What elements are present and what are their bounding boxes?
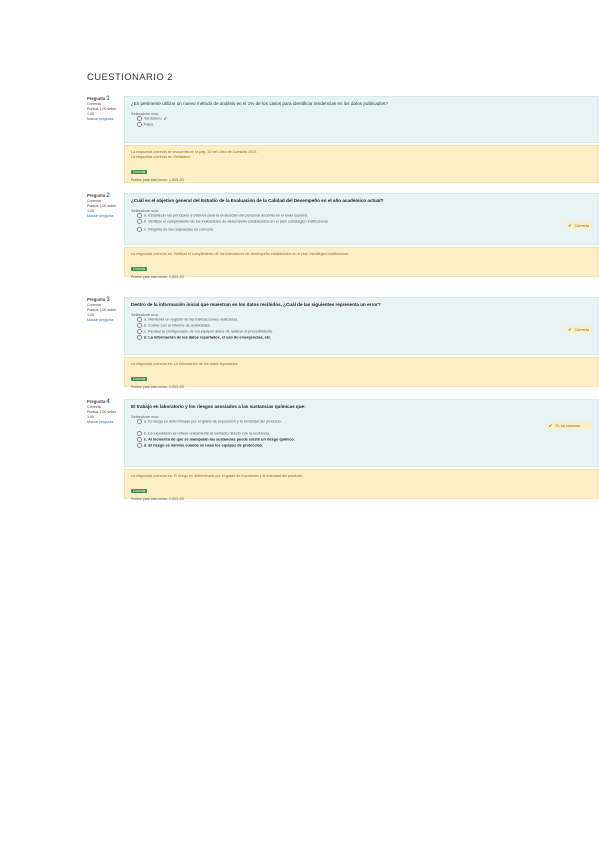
question-box: ¿Es pertinente utilizar un nuevo método … — [124, 96, 599, 143]
radio-icon[interactable] — [137, 122, 142, 128]
radio-icon[interactable] — [137, 227, 142, 233]
flag-question-link[interactable]: Marcar pregunta — [87, 214, 121, 219]
answer-option[interactable]: b. Verificar el cumplimiento de los indi… — [131, 219, 592, 225]
page-title: CUESTIONARIO 2 — [87, 72, 173, 83]
question-label: Pregunta — [87, 399, 106, 404]
check-icon: ✔ — [549, 424, 553, 428]
question-score: Puntúa 1,00 sobre 1,00 — [87, 410, 117, 419]
question-label: Pregunta — [87, 193, 106, 198]
feedback-subtext: La respuesta correcta es 'Verdadero' — [131, 155, 192, 160]
answer-tag: ✔ Correcta — [565, 326, 592, 333]
radio-icon[interactable] — [137, 317, 142, 322]
question-info: Pregunta 2 Correcta Puntúa 1,00 sobre 1,… — [87, 193, 121, 219]
feedback-note: Puntos para este envío: 1,00/1,00. — [131, 497, 185, 502]
radio-icon[interactable] — [137, 335, 142, 341]
flag-question-link[interactable]: Marcar pregunta — [87, 420, 121, 425]
check-icon: ✔ — [163, 116, 167, 121]
feedback-text: La respuesta correcta es: Verificar el c… — [131, 252, 349, 256]
question-number: 2 — [106, 193, 110, 199]
check-icon: ✔ — [568, 328, 572, 332]
question-score: Puntúa 1,00 sobre 1,00 — [87, 204, 117, 213]
answer-option[interactable]: c. Ninguna de las respuestas es correcta… — [131, 227, 592, 233]
answer-option[interactable]: Falso — [131, 122, 592, 128]
question-text: Dentro de la información inicial que mue… — [131, 302, 381, 307]
answer-option[interactable]: a. El riesgo es determinado por el grado… — [131, 419, 592, 425]
feedback-box: La respuesta correcta es: La información… — [124, 357, 599, 390]
feedback-text: La respuesta correcta es: La información… — [131, 362, 239, 366]
flag-question-link[interactable]: Marcar pregunta — [87, 117, 121, 122]
feedback-note: Puntos para este envío: 1,00/1,00. — [131, 178, 185, 183]
question-text: ¿Es pertinente utilizar un nuevo método … — [131, 101, 388, 106]
question-number: 3 — [106, 297, 110, 303]
radio-icon[interactable] — [137, 419, 142, 424]
flag-question-link[interactable]: Marcar pregunta — [87, 318, 121, 323]
status-badge: Correcta — [131, 377, 148, 382]
question-info: Pregunta 4 Correcta Puntúa 1,00 sobre 1,… — [87, 399, 121, 425]
question-label: Pregunta — [87, 96, 106, 101]
radio-icon[interactable] — [137, 431, 142, 437]
feedback-note: Puntos para este envío: 1,00/1,00. — [131, 385, 185, 390]
question-text: ¿Cuál es el objetivo general del Estudio… — [131, 198, 384, 203]
radio-icon[interactable] — [137, 219, 142, 225]
radio-icon[interactable] — [137, 213, 142, 218]
question-score: Puntúa 1,00 sobre 1,00 — [87, 107, 117, 116]
question-box: ¿Cuál es el objetivo general del Estudio… — [124, 193, 599, 245]
answer-option[interactable]: d. La información de los datos reportado… — [131, 335, 592, 341]
question-info: Pregunta 1 Correcta Puntúa 1,00 sobre 1,… — [87, 96, 121, 122]
feedback-note: Puntos para este envío: 1,00/1,00. — [131, 275, 185, 280]
question-number: 4 — [106, 399, 110, 405]
status-badge: Correcta — [131, 267, 148, 272]
radio-icon[interactable] — [137, 437, 142, 443]
feedback-text: La respuesta correcta es: El riesgo es d… — [131, 474, 304, 478]
question-box: El trabajo en laboratorio y los riesgos … — [124, 399, 599, 467]
status-badge: Correcta — [131, 489, 148, 494]
feedback-box: La respuesta correcta se encuentra en la… — [124, 145, 599, 183]
check-icon: ✔ — [568, 224, 572, 228]
answer-option[interactable]: d. El riesgo es mínimo cuando se usan lo… — [131, 443, 592, 449]
answer-tag: ✔ Sí, es correcta. — [546, 422, 592, 429]
question-box: Dentro de la información inicial que mue… — [124, 297, 599, 355]
question-label: Pregunta — [87, 297, 106, 302]
radio-icon[interactable] — [137, 443, 142, 449]
feedback-box: La respuesta correcta es: Verificar el c… — [124, 247, 599, 280]
radio-icon[interactable] — [137, 116, 142, 121]
feedback-box: La respuesta correcta es: El riesgo es d… — [124, 469, 599, 502]
question-info: Pregunta 3 Correcta Puntúa 1,00 sobre 1,… — [87, 297, 121, 323]
status-badge: Correcta — [131, 170, 148, 175]
question-score: Puntúa 1,00 sobre 1,00 — [87, 308, 117, 317]
question-text: El trabajo en laboratorio y los riesgos … — [131, 404, 306, 409]
answer-tag: ✔ Correcta — [565, 222, 592, 229]
radio-icon[interactable] — [137, 323, 142, 329]
question-number: 1 — [106, 96, 110, 102]
radio-icon[interactable] — [137, 329, 142, 335]
